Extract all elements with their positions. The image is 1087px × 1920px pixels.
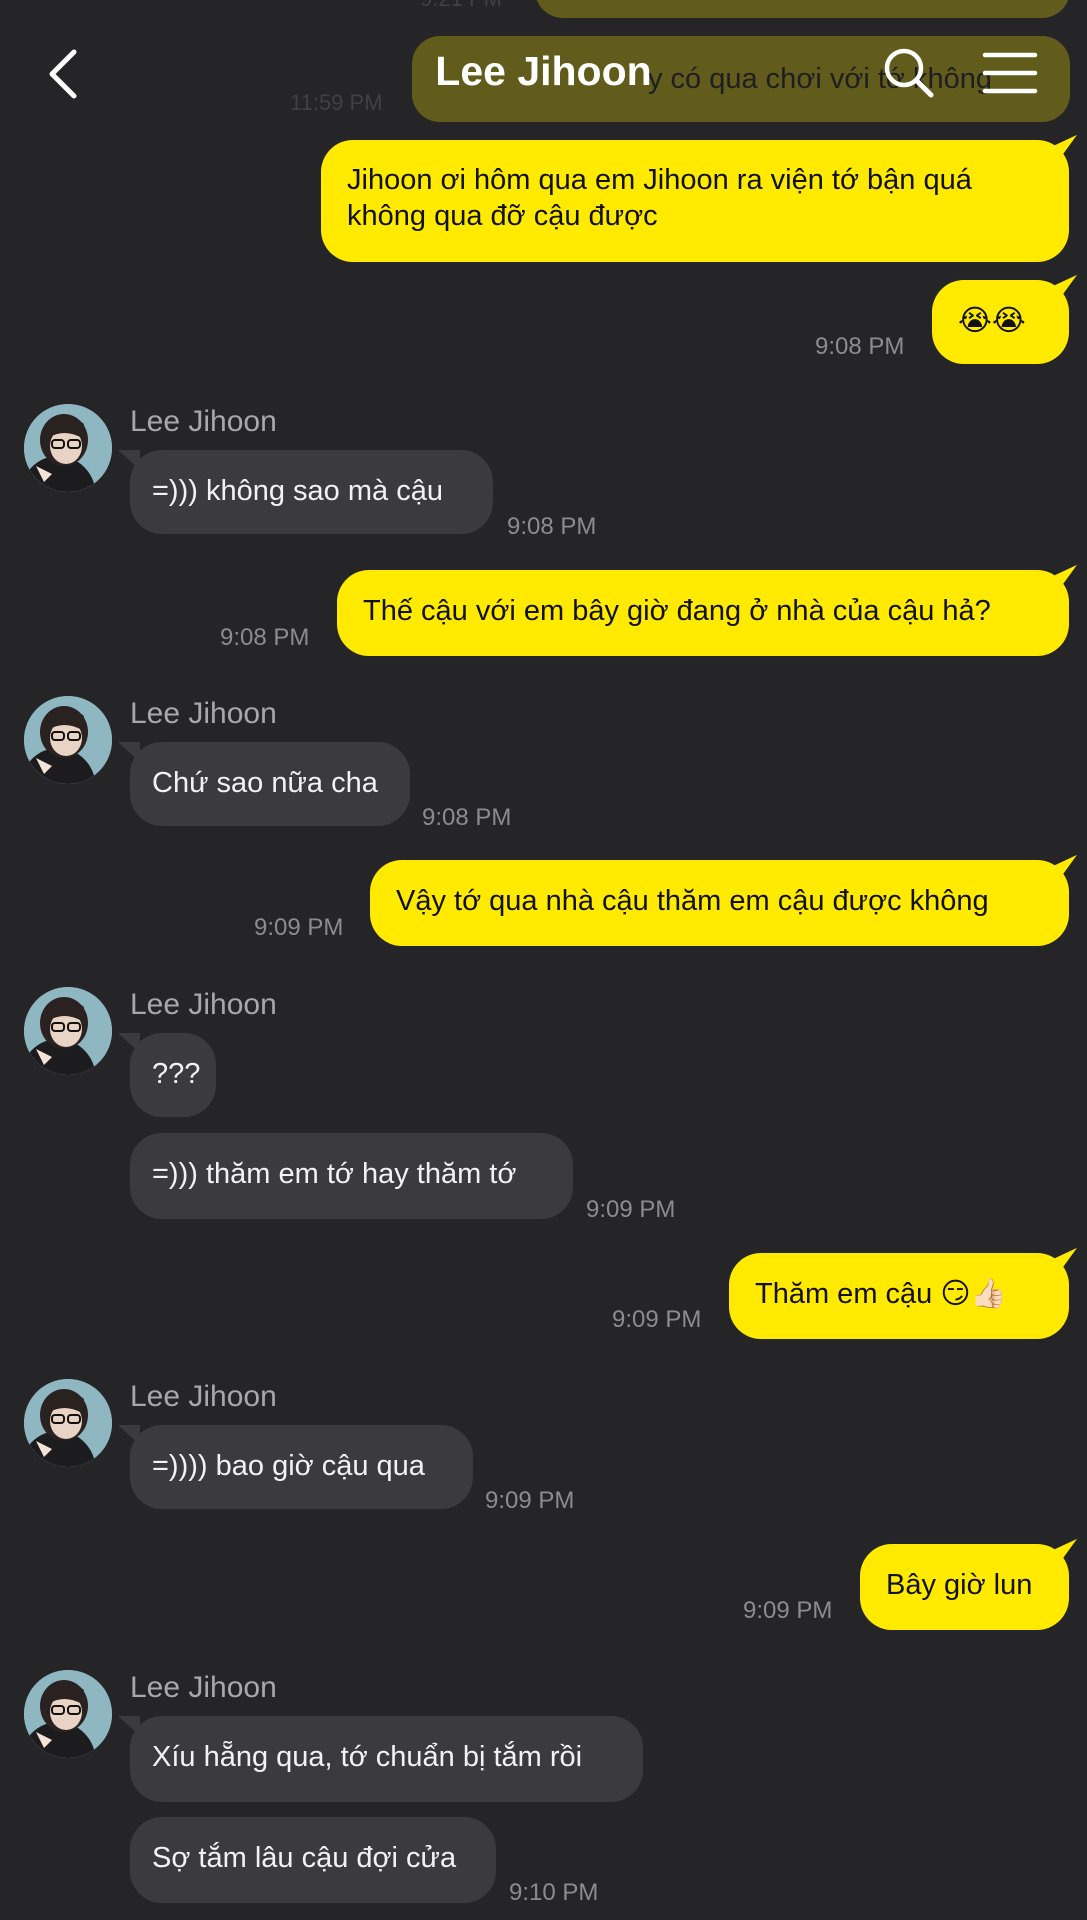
avatar-image: [24, 404, 112, 492]
avatar[interactable]: [24, 404, 112, 492]
avatar-image: [24, 1670, 112, 1758]
message-timestamp: 9:09 PM: [485, 1487, 575, 1514]
message-timestamp: 9:08 PM: [422, 804, 512, 831]
my-message-bubble[interactable]: Thế cậu với em bây giờ đang ở nhà của cậ…: [337, 570, 1069, 656]
avatar[interactable]: [24, 987, 112, 1075]
message-timestamp: 9:08 PM: [220, 624, 310, 651]
my-message-bubble[interactable]: Thăm em cậu 😏👍🏻: [729, 1253, 1069, 1339]
chat-header: Lee Jihoon: [0, 0, 1087, 150]
my-message-bubble[interactable]: Jihoon ơi hôm qua em Jihoon ra viện tớ b…: [321, 140, 1069, 262]
message-timestamp: 9:08 PM: [815, 333, 905, 360]
avatar[interactable]: [24, 696, 112, 784]
message-timestamp: 9:09 PM: [743, 1597, 833, 1624]
my-message-bubble[interactable]: 😭😭: [932, 280, 1069, 364]
sender-name: Lee Jihoon: [130, 1380, 277, 1413]
their-message-bubble[interactable]: =)))) bao giờ cậu qua: [130, 1425, 473, 1509]
bubble-tail: [118, 1033, 140, 1053]
my-message-bubble[interactable]: Vậy tớ qua nhà cậu thăm em cậu được khôn…: [370, 860, 1069, 946]
bubble-tail: [118, 742, 140, 762]
avatar-image: [24, 696, 112, 784]
avatar-image: [24, 987, 112, 1075]
message-timestamp: 9:09 PM: [586, 1196, 676, 1223]
sender-name: Lee Jihoon: [130, 405, 277, 438]
message-timestamp: 9:10 PM: [509, 1879, 599, 1906]
sender-name: Lee Jihoon: [130, 988, 277, 1021]
bubble-tail: [118, 1716, 140, 1736]
avatar[interactable]: [24, 1670, 112, 1758]
message-timestamp: 9:09 PM: [612, 1306, 702, 1333]
menu-button[interactable]: [982, 50, 1038, 96]
their-message-bubble[interactable]: Chứ sao nữa cha: [130, 742, 410, 826]
search-button[interactable]: [882, 46, 936, 100]
their-message-bubble[interactable]: =))) không sao mà cậu: [130, 450, 493, 534]
bubble-tail: [118, 1425, 140, 1445]
search-icon: [884, 48, 934, 98]
bubble-tail: [118, 450, 140, 470]
their-message-bubble[interactable]: =))) thăm em tớ hay thăm tớ: [130, 1133, 573, 1219]
their-message-bubble[interactable]: Xíu hẵng qua, tớ chuẩn bị tắm rồi: [130, 1716, 643, 1802]
sender-name: Lee Jihoon: [130, 697, 277, 730]
menu-icon: [982, 52, 1038, 94]
their-message-bubble[interactable]: Sợ tắm lâu cậu đợi cửa: [130, 1817, 496, 1903]
message-timestamp: 9:08 PM: [507, 513, 597, 540]
sender-name: Lee Jihoon: [130, 1671, 277, 1704]
their-message-bubble[interactable]: ???: [130, 1033, 216, 1117]
message-timestamp: 9:09 PM: [254, 914, 344, 941]
avatar-image: [24, 1379, 112, 1467]
avatar[interactable]: [24, 1379, 112, 1467]
my-message-bubble[interactable]: Bây giờ lun: [860, 1544, 1069, 1630]
chat-screen: 9:21 PM 11:59 PM y có qua chơi với tớ kh…: [0, 0, 1087, 1920]
